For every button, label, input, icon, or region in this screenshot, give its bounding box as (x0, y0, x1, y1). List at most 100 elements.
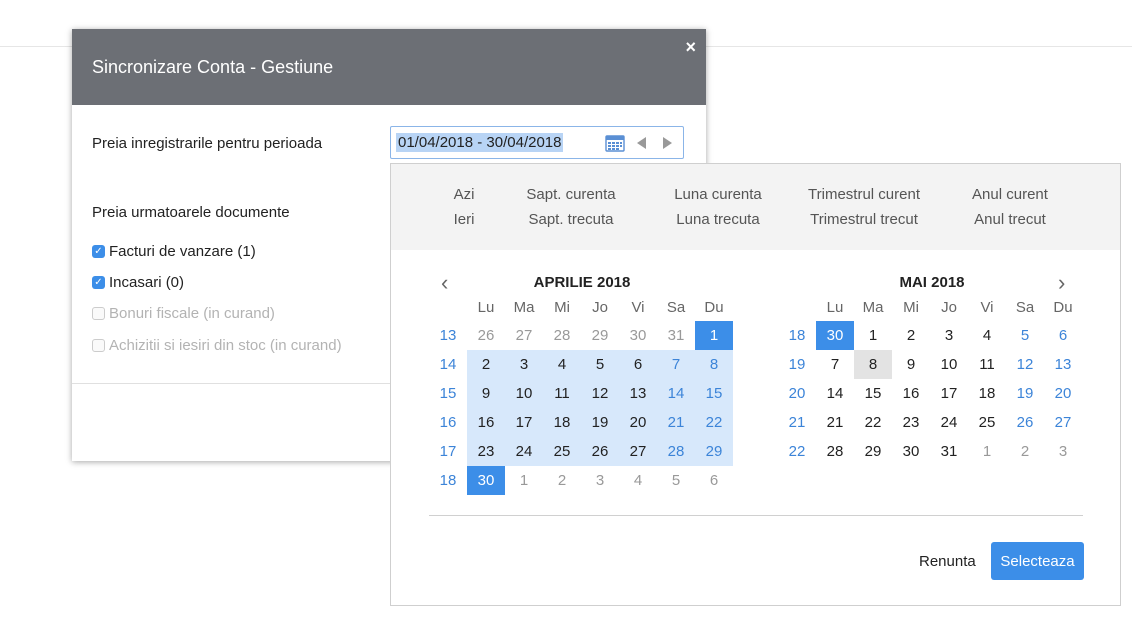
calendar-day[interactable]: 19 (581, 408, 619, 437)
calendar-day[interactable]: 12 (1006, 350, 1044, 379)
calendar-day[interactable]: 13 (619, 379, 657, 408)
calendar-day[interactable]: 11 (543, 379, 581, 408)
calendar-day[interactable]: 14 (657, 379, 695, 408)
calendar-day[interactable]: 24 (505, 437, 543, 466)
calendar-day[interactable]: 21 (816, 408, 854, 437)
calendar-day[interactable]: 2 (543, 466, 581, 495)
calendar-day[interactable]: 28 (543, 321, 581, 350)
calendar-day[interactable]: 4 (543, 350, 581, 379)
calendar-day[interactable]: 9 (892, 350, 930, 379)
calendar-day[interactable]: 20 (1044, 379, 1082, 408)
cancel-button[interactable]: Renunta (919, 553, 976, 570)
calendar-day[interactable]: 9 (467, 379, 505, 408)
calendar-day[interactable]: 7 (816, 350, 854, 379)
prev-month-button[interactable]: ‹ (441, 272, 448, 294)
week-number[interactable]: 18 (778, 321, 816, 350)
week-number[interactable]: 16 (429, 408, 467, 437)
calendar-day[interactable]: 8 (854, 350, 892, 379)
calendar-day[interactable]: 15 (695, 379, 733, 408)
calendar-day[interactable]: 28 (657, 437, 695, 466)
preset-option[interactable]: Luna curenta (674, 186, 762, 203)
calendar-day[interactable]: 15 (854, 379, 892, 408)
calendar-day[interactable]: 26 (1006, 408, 1044, 437)
next-period-icon[interactable] (663, 137, 672, 149)
calendar-day[interactable]: 29 (581, 321, 619, 350)
next-month-button[interactable]: › (1058, 272, 1065, 294)
week-number[interactable]: 19 (778, 350, 816, 379)
calendar-day[interactable]: 25 (968, 408, 1006, 437)
calendar-day[interactable]: 12 (581, 379, 619, 408)
calendar-day[interactable]: 16 (467, 408, 505, 437)
calendar-day[interactable]: 18 (543, 408, 581, 437)
previous-period-icon[interactable] (637, 137, 646, 149)
week-number[interactable]: 17 (429, 437, 467, 466)
calendar-day[interactable]: 25 (543, 437, 581, 466)
calendar-day[interactable]: 4 (619, 466, 657, 495)
preset-option[interactable]: Sapt. trecuta (528, 211, 613, 228)
calendar-day[interactable]: 18 (968, 379, 1006, 408)
calendar-day[interactable]: 26 (467, 321, 505, 350)
calendar-day[interactable]: 3 (581, 466, 619, 495)
calendar-day[interactable]: 26 (581, 437, 619, 466)
calendar-day[interactable]: 3 (505, 350, 543, 379)
calendar-day[interactable]: 6 (695, 466, 733, 495)
week-number[interactable]: 15 (429, 379, 467, 408)
calendar-day[interactable]: 1 (854, 321, 892, 350)
calendar-day[interactable]: 20 (619, 408, 657, 437)
calendar-day[interactable]: 21 (657, 408, 695, 437)
calendar-day[interactable]: 29 (695, 437, 733, 466)
preset-option[interactable]: Anul trecut (974, 211, 1046, 228)
week-number[interactable]: 21 (778, 408, 816, 437)
week-number[interactable]: 22 (778, 437, 816, 466)
checkbox-checked[interactable]: ✓ (92, 276, 105, 289)
select-button[interactable]: Selecteaza (991, 542, 1084, 580)
week-number[interactable]: 14 (429, 350, 467, 379)
week-number[interactable]: 20 (778, 379, 816, 408)
calendar-day[interactable]: 30 (816, 321, 854, 350)
calendar-day[interactable]: 27 (619, 437, 657, 466)
calendar-day[interactable]: 30 (892, 437, 930, 466)
calendar-day[interactable]: 5 (581, 350, 619, 379)
calendar-day[interactable]: 23 (892, 408, 930, 437)
calendar-day[interactable]: 5 (1006, 321, 1044, 350)
calendar-day[interactable]: 17 (930, 379, 968, 408)
checkbox-checked[interactable]: ✓ (92, 245, 105, 258)
calendar-day[interactable]: 6 (1044, 321, 1082, 350)
calendar-day[interactable]: 8 (695, 350, 733, 379)
calendar-day[interactable]: 4 (968, 321, 1006, 350)
preset-option[interactable]: Luna trecuta (676, 211, 759, 228)
calendar-day[interactable]: 2 (467, 350, 505, 379)
calendar-day[interactable]: 1 (968, 437, 1006, 466)
calendar-day[interactable]: 31 (930, 437, 968, 466)
calendar-day[interactable]: 5 (657, 466, 695, 495)
calendar-day[interactable]: 28 (816, 437, 854, 466)
calendar-day[interactable]: 2 (1006, 437, 1044, 466)
calendar-day[interactable]: 10 (930, 350, 968, 379)
calendar-day[interactable]: 3 (930, 321, 968, 350)
document-checkbox-row[interactable]: ✓ Facturi de vanzare (1) (92, 243, 256, 260)
document-checkbox-row[interactable]: ✓ Incasari (0) (92, 274, 184, 291)
calendar-day[interactable]: 17 (505, 408, 543, 437)
week-number[interactable]: 18 (429, 466, 467, 495)
week-number[interactable]: 13 (429, 321, 467, 350)
preset-option[interactable]: Anul curent (972, 186, 1048, 203)
preset-option[interactable]: Sapt. curenta (526, 186, 615, 203)
calendar-day[interactable]: 7 (657, 350, 695, 379)
calendar-day[interactable]: 30 (619, 321, 657, 350)
preset-option[interactable]: Ieri (454, 211, 475, 228)
calendar-day[interactable]: 6 (619, 350, 657, 379)
preset-option[interactable]: Azi (454, 186, 475, 203)
calendar-day[interactable]: 1 (505, 466, 543, 495)
calendar-day[interactable]: 30 (467, 466, 505, 495)
calendar-day[interactable]: 29 (854, 437, 892, 466)
calendar-day[interactable]: 22 (695, 408, 733, 437)
calendar-icon[interactable] (605, 134, 625, 152)
preset-option[interactable]: Trimestrul trecut (810, 211, 918, 228)
calendar-day[interactable]: 16 (892, 379, 930, 408)
calendar-day[interactable]: 11 (968, 350, 1006, 379)
calendar-day[interactable]: 27 (505, 321, 543, 350)
calendar-day[interactable]: 3 (1044, 437, 1082, 466)
calendar-day[interactable]: 1 (695, 321, 733, 350)
calendar-day[interactable]: 2 (892, 321, 930, 350)
calendar-day[interactable]: 27 (1044, 408, 1082, 437)
